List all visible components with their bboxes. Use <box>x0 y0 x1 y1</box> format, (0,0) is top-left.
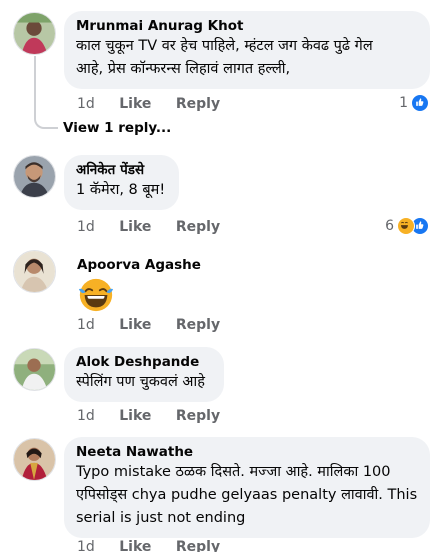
reply-button[interactable]: Reply <box>176 408 220 424</box>
timestamp[interactable]: 1d <box>77 219 95 235</box>
comment-actions: 1d Like Reply <box>77 219 240 235</box>
like-button[interactable]: Like <box>119 317 151 333</box>
comment-bubble: Neeta Nawathe Typo mistake ठळक दिसते. मज… <box>64 437 430 538</box>
reaction-summary[interactable]: 1 <box>399 94 429 112</box>
comment-actions: 1d Like Reply <box>77 317 240 333</box>
comment-text: Typo mistake ठळक दिसते. मज्जा आहे. मालिक… <box>76 464 391 480</box>
author-name[interactable]: Neeta Nawathe <box>76 444 418 461</box>
view-replies-link[interactable]: View 1 reply... <box>63 120 171 136</box>
reply-button[interactable]: Reply <box>176 96 220 112</box>
comment-text: काल चुकून TV वर हेच पाहिले, म्हंटल जग के… <box>76 38 373 54</box>
like-button[interactable]: Like <box>119 96 151 112</box>
comment-bubble: Apoorva Agashe <box>64 250 201 322</box>
comment-text: serial is just not ending <box>76 510 246 526</box>
avatar[interactable] <box>13 155 56 198</box>
reaction-summary[interactable]: 6 <box>385 217 429 235</box>
like-button[interactable]: Like <box>119 539 151 552</box>
like-icon <box>411 94 429 112</box>
author-name[interactable]: Apoorva Agashe <box>77 257 201 274</box>
timestamp[interactable]: 1d <box>77 96 95 112</box>
comment-actions: 1d Like Reply <box>77 96 240 112</box>
comment-text: 1 कॅमेरा, 8 बूम! <box>76 182 166 198</box>
avatar[interactable] <box>13 12 56 55</box>
comment-bubble: Alok Deshpande स्पेलिंग पण चुकवलं आहे <box>64 347 224 402</box>
comment-text: एपिसोड्स chya pudhe gelyaas penalty लावा… <box>76 487 418 503</box>
avatar[interactable] <box>13 438 56 481</box>
reply-button[interactable]: Reply <box>176 539 220 552</box>
laughing-emoji-icon <box>78 278 114 312</box>
reply-button[interactable]: Reply <box>176 219 220 235</box>
thread-line <box>34 56 58 129</box>
author-name[interactable]: Mrunmai Anurag Khot <box>76 18 418 35</box>
comment-bubble: Mrunmai Anurag Khot काल चुकून TV वर हेच … <box>64 11 430 89</box>
comment-text: स्पेलिंग पण चुकवलं आहे <box>76 374 205 390</box>
reply-button[interactable]: Reply <box>176 317 220 333</box>
like-button[interactable]: Like <box>119 408 151 424</box>
timestamp[interactable]: 1d <box>77 539 95 552</box>
timestamp[interactable]: 1d <box>77 317 95 333</box>
like-button[interactable]: Like <box>119 219 151 235</box>
author-name[interactable]: अनिकेत पेंडसे <box>76 162 167 179</box>
reaction-count: 1 <box>399 95 408 111</box>
avatar[interactable] <box>13 348 56 391</box>
comment-actions: 1d Like Reply <box>77 539 240 552</box>
comment-text: आहे, प्रेस कॉन्फरन्स लिहावं लागत हल्ली, <box>76 61 291 77</box>
comment-bubble: अनिकेत पेंडसे 1 कॅमेरा, 8 बूम! <box>64 155 179 210</box>
haha-icon <box>397 217 415 235</box>
reaction-count: 6 <box>385 218 394 234</box>
comment-actions: 1d Like Reply <box>77 408 240 424</box>
author-name[interactable]: Alok Deshpande <box>76 354 212 371</box>
avatar[interactable] <box>13 250 56 293</box>
timestamp[interactable]: 1d <box>77 408 95 424</box>
